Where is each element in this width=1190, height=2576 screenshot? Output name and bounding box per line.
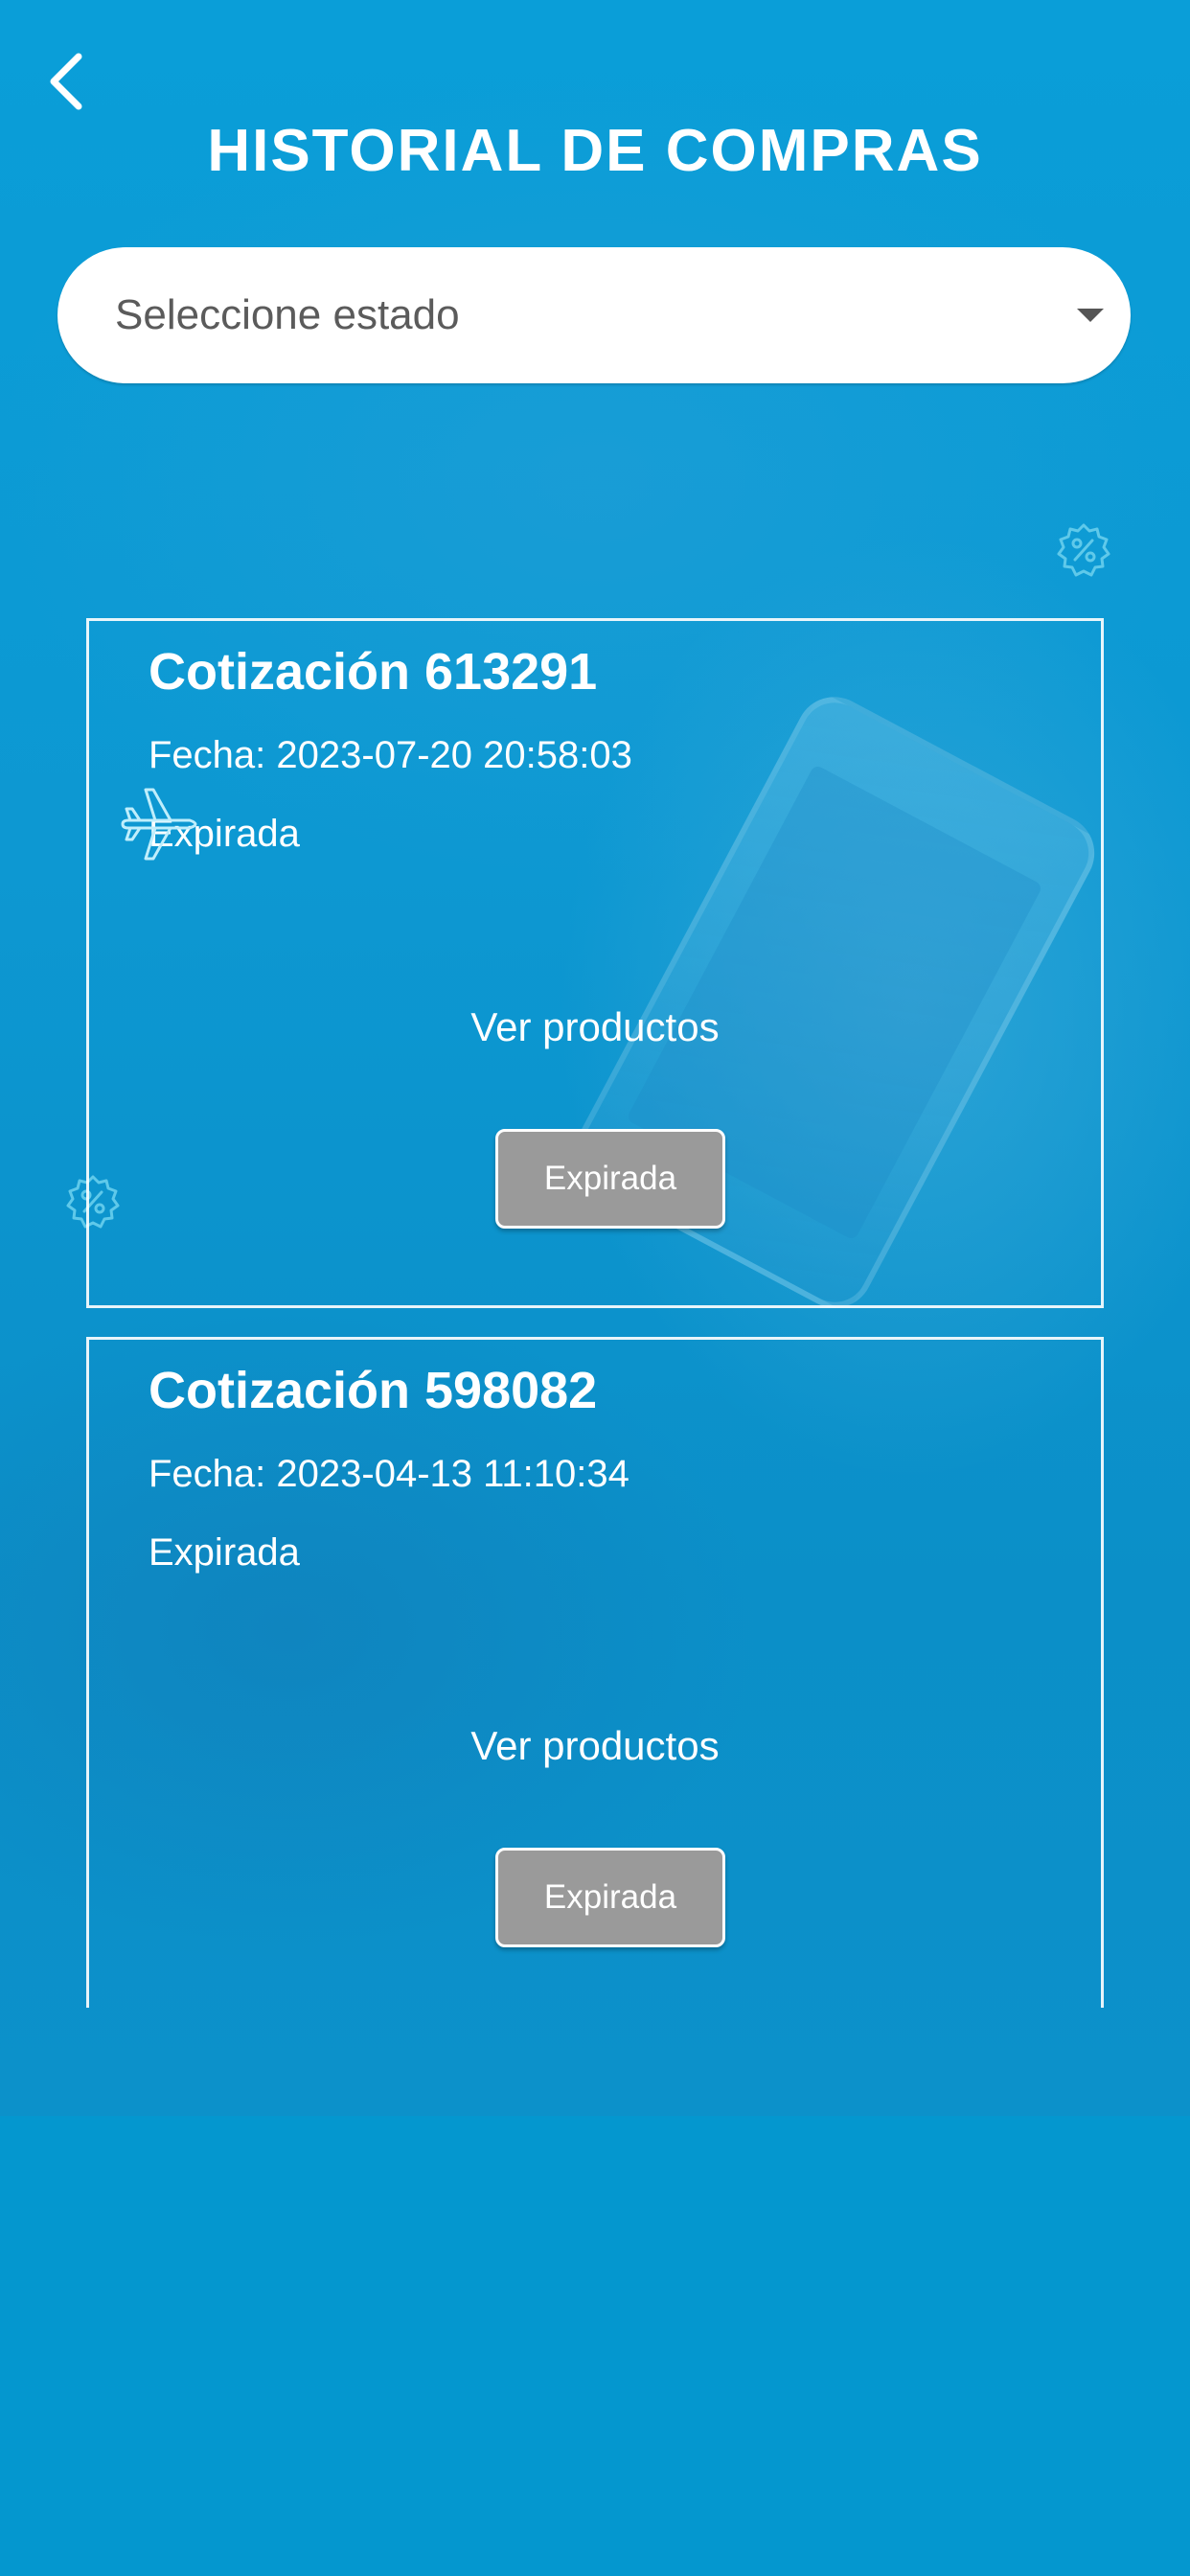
status-button[interactable]: Expirada <box>495 1848 725 1947</box>
page-title: HISTORIAL DE COMPRAS <box>207 118 983 184</box>
order-title: Cotización 613291 <box>149 643 598 701</box>
order-date: Fecha: 2023-04-13 11:10:34 <box>149 1453 629 1495</box>
order-status: Expirada <box>149 1531 300 1574</box>
chevron-left-icon <box>50 53 82 110</box>
caret-down-icon <box>1077 309 1104 322</box>
order-title: Cotización 598082 <box>149 1362 598 1419</box>
background-lower-area <box>0 2116 1190 2576</box>
status-button[interactable]: Expirada <box>495 1129 725 1229</box>
airplane-icon <box>121 788 197 861</box>
status-select-placeholder: Seleccione estado <box>115 291 460 338</box>
view-products-link[interactable]: Ver productos <box>89 1719 1101 1773</box>
back-button[interactable] <box>36 48 94 115</box>
discount-badge-icon <box>1057 523 1110 577</box>
order-card: Cotización 598082 Fecha: 2023-04-13 11:1… <box>86 1337 1104 2008</box>
view-products-link[interactable]: Ver productos <box>89 1000 1101 1054</box>
status-select[interactable]: Seleccione estado <box>57 247 1131 383</box>
order-date: Fecha: 2023-07-20 20:58:03 <box>149 734 632 776</box>
order-card: Cotización 613291 Fecha: 2023-07-20 20:5… <box>86 618 1104 1308</box>
